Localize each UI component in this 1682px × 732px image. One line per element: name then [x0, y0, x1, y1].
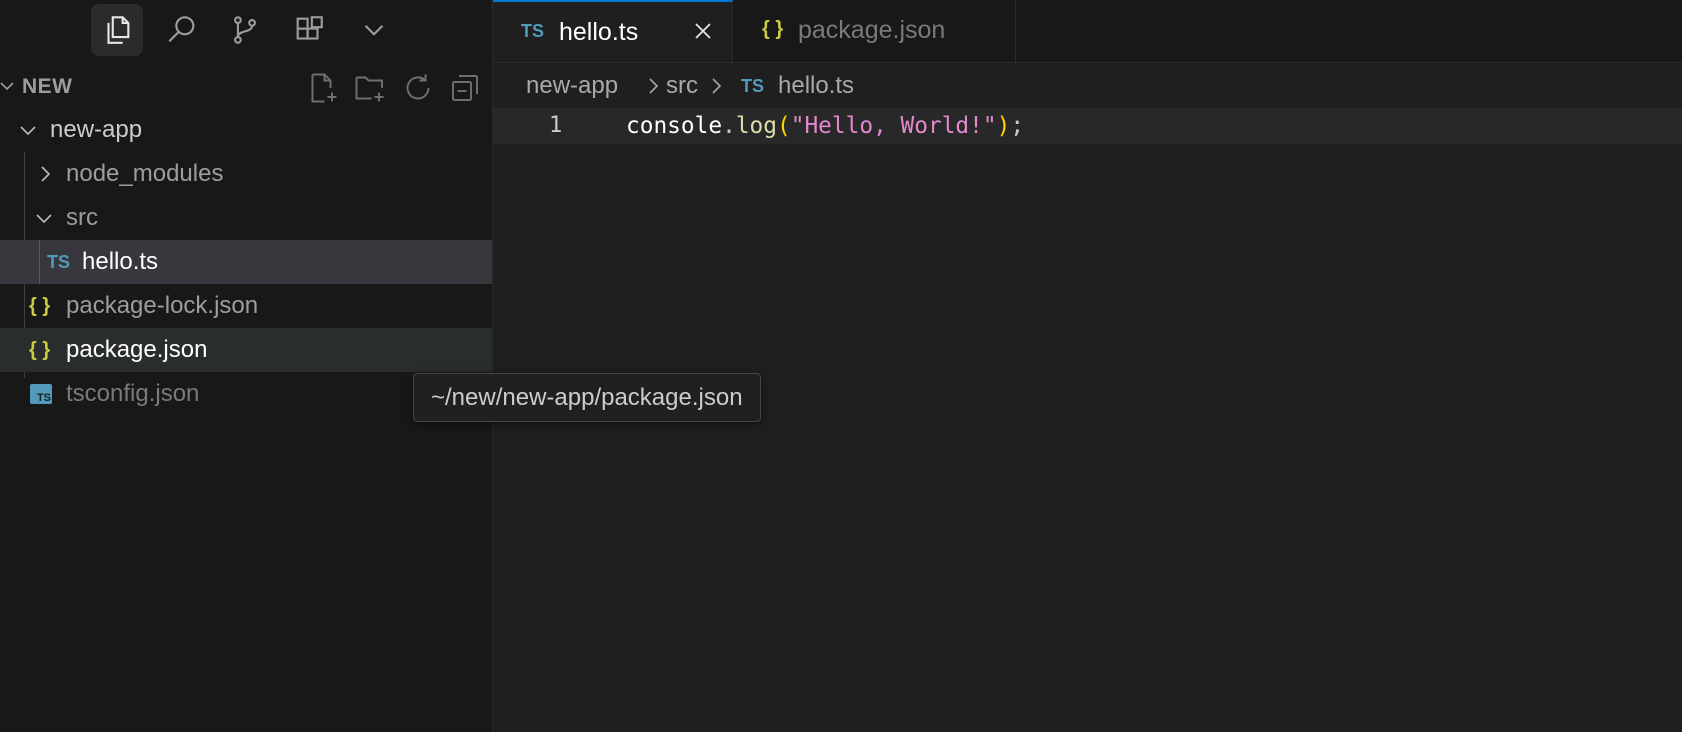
search-icon	[168, 16, 195, 43]
tree-folder-node-modules[interactable]: node_modules	[0, 152, 492, 196]
explorer-section-header[interactable]: NEW	[0, 66, 492, 106]
typescript-file-icon: TS	[521, 21, 545, 41]
new-file-button[interactable]	[305, 70, 341, 106]
token-semicolon: ;	[1010, 113, 1025, 139]
tab-bar: TS hello.ts { } package.json	[493, 0, 1682, 63]
token-method: log	[735, 113, 777, 139]
token-paren: )	[996, 113, 1011, 139]
extensions-icon	[296, 16, 323, 40]
tree-item-label: node_modules	[66, 160, 224, 187]
line-number: 1	[549, 113, 563, 138]
tree-file-package-lock-json[interactable]: { } package-lock.json	[0, 284, 492, 328]
breadcrumb-item[interactable]: hello.ts	[778, 66, 854, 106]
explorer-section-title: NEW	[22, 75, 73, 98]
token-string: "Hello, World!"	[790, 113, 997, 139]
new-folder-button[interactable]	[352, 70, 388, 106]
code-text[interactable]: console.log("Hello, World!");	[626, 108, 1024, 144]
source-control-button[interactable]	[219, 4, 271, 56]
activity-bar	[0, 0, 492, 58]
editor-area: TS hello.ts { } package.json new-app src…	[493, 0, 1682, 732]
new-folder-icon	[355, 76, 384, 102]
chevron-right-icon	[41, 166, 51, 182]
tab-package-json[interactable]: { } package.json	[734, 0, 1016, 62]
tree-item-label: new-app	[50, 116, 143, 143]
breadcrumb-item[interactable]: src	[666, 66, 698, 106]
tree-item-label: hello.ts	[82, 248, 159, 275]
tree-item-label: package-lock.json	[66, 292, 259, 319]
tab-label: hello.ts	[559, 18, 639, 46]
breadcrumb: new-app src TS hello.ts	[493, 66, 1682, 106]
sidebar: NEW new-app node_modules src TS hello.ts…	[0, 0, 493, 732]
new-file-icon	[311, 73, 337, 103]
chevron-right-icon	[649, 78, 659, 94]
json-file-icon: { }	[29, 295, 51, 317]
tree-file-package-json[interactable]: { } package.json	[0, 328, 492, 372]
path-tooltip: ~/new/new-app/package.json	[413, 373, 761, 422]
typescript-file-icon: TS	[741, 76, 765, 96]
explorer-button[interactable]	[91, 4, 143, 56]
tsconfig-file-icon: TS	[30, 384, 52, 404]
search-button[interactable]	[156, 4, 208, 56]
tree-file-hello-ts[interactable]: TS hello.ts	[0, 240, 492, 284]
chevron-right-icon	[712, 78, 722, 94]
json-file-icon: { }	[762, 18, 784, 40]
tree-item-label: package.json	[66, 336, 208, 363]
chevron-down-icon	[20, 126, 36, 136]
extensions-button[interactable]	[283, 4, 335, 56]
breadcrumb-item[interactable]: new-app	[526, 66, 618, 106]
token-object: console	[626, 113, 723, 139]
collapse-all-icon	[452, 75, 478, 101]
files-icon	[107, 16, 130, 44]
tab-label: package.json	[798, 16, 946, 44]
json-file-icon: { }	[29, 339, 51, 361]
code-line[interactable]: 1 console.log("Hello, World!");	[493, 108, 1682, 144]
tree-item-label: tsconfig.json	[66, 380, 200, 407]
chevron-down-icon	[364, 24, 384, 36]
refresh-button[interactable]	[400, 70, 436, 106]
tab-hello-ts[interactable]: TS hello.ts	[493, 0, 733, 62]
token-dot: .	[722, 113, 736, 139]
refresh-icon	[406, 74, 430, 100]
token-paren: (	[777, 113, 791, 139]
source-control-icon	[234, 16, 256, 44]
tree-folder-src[interactable]: src	[0, 196, 492, 240]
indent-guide	[39, 240, 40, 284]
typescript-file-icon: TS	[47, 252, 71, 272]
chevron-down-icon	[0, 82, 14, 91]
more-views-button[interactable]	[348, 4, 400, 56]
tree-item-label: src	[66, 204, 98, 231]
tree-folder-new-app[interactable]: new-app	[0, 108, 492, 152]
chevron-down-icon	[36, 214, 52, 224]
close-icon[interactable]	[691, 19, 715, 43]
collapse-all-button[interactable]	[447, 70, 483, 106]
